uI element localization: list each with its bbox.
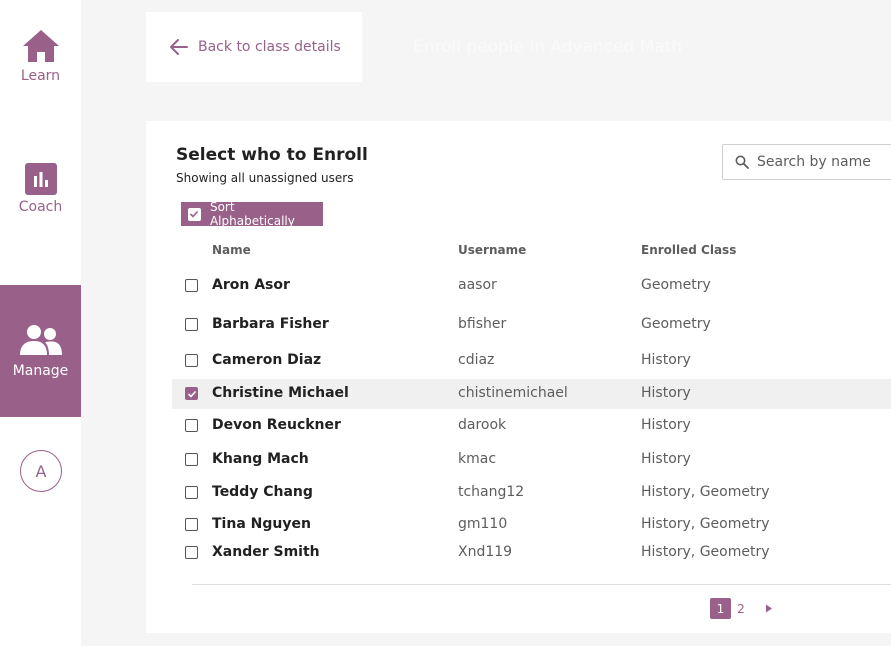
- row-checkbox[interactable]: [185, 518, 198, 531]
- row-name: Teddy Chang: [212, 484, 313, 500]
- nav-learn-label: Learn: [20, 68, 61, 84]
- table-row[interactable]: Aron Asor aasor Geometry: [172, 271, 891, 301]
- nav-manage[interactable]: Manage: [0, 285, 81, 417]
- row-name: Aron Asor: [212, 277, 290, 293]
- row-enrolled-class: History: [641, 417, 691, 433]
- row-enrolled-class: History: [641, 385, 691, 401]
- row-name: Barbara Fisher: [212, 316, 329, 332]
- row-enrolled-class: History: [641, 451, 691, 467]
- row-enrolled-class: Geometry: [641, 316, 711, 332]
- row-enrolled-class: Geometry: [641, 277, 711, 293]
- row-checkbox[interactable]: [185, 486, 198, 499]
- search-placeholder: Search by name: [757, 154, 871, 170]
- chevron-right-icon: [766, 604, 772, 613]
- column-header-name[interactable]: Name: [212, 243, 251, 257]
- page-title: Enroll people in Advanced Math: [413, 37, 683, 57]
- table-row[interactable]: Barbara Fisher bfisher Geometry: [172, 310, 891, 340]
- table-row[interactable]: Devon Reuckner darook History: [172, 411, 891, 441]
- row-checkbox[interactable]: [185, 453, 198, 466]
- row-name: Xander Smith: [212, 544, 320, 560]
- arrow-left-icon: [168, 38, 188, 56]
- row-enrolled-class: History, Geometry: [641, 484, 770, 500]
- row-name: Cameron Diaz: [212, 352, 322, 368]
- sort-alphabetically-checkbox[interactable]: Sort Alphabetically: [181, 200, 323, 228]
- row-username: kmac: [458, 451, 497, 467]
- row-username: aasor: [458, 277, 497, 293]
- row-checkbox[interactable]: [185, 354, 198, 367]
- row-name: Khang Mach: [212, 451, 309, 467]
- checkbox-checked-icon: [188, 207, 201, 221]
- table-row[interactable]: Xander Smith Xnd119 History, Geometry: [172, 538, 891, 568]
- page-1-button[interactable]: 1: [710, 598, 731, 619]
- row-enrolled-class: History, Geometry: [641, 516, 770, 532]
- row-username: chistinemichael: [458, 385, 568, 401]
- avatar[interactable]: A: [20, 450, 62, 492]
- table-row[interactable]: Teddy Chang tchang12 History, Geometry: [172, 478, 891, 508]
- column-header-enrolled-class[interactable]: Enrolled Class: [641, 243, 736, 257]
- table-divider: [192, 584, 891, 585]
- nav-coach-label: Coach: [18, 199, 63, 215]
- table-row[interactable]: Khang Mach kmac History: [172, 445, 891, 475]
- table-row[interactable]: Cameron Diaz cdiaz History: [172, 346, 891, 376]
- row-username: cdiaz: [458, 352, 495, 368]
- back-link[interactable]: Back to class details: [146, 12, 362, 82]
- row-enrolled-class: History: [641, 352, 691, 368]
- back-link-label: Back to class details: [198, 39, 341, 55]
- table-row[interactable]: Tina Nguyen gm110 History, Geometry: [172, 510, 891, 540]
- sort-label: Sort Alphabetically: [209, 200, 295, 228]
- row-checkbox[interactable]: [185, 279, 198, 292]
- panel-title: Select who to Enroll: [176, 145, 368, 165]
- row-username: tchang12: [458, 484, 525, 500]
- row-name: Christine Michael: [212, 385, 349, 401]
- row-checkbox[interactable]: [185, 318, 198, 331]
- nav-manage-label: Manage: [12, 363, 69, 379]
- row-checkbox-checked[interactable]: [185, 387, 198, 400]
- row-name: Devon Reuckner: [212, 417, 341, 433]
- enroll-panel: Select who to Enroll Showing all unassig…: [146, 121, 891, 633]
- search-input[interactable]: Search by name: [722, 144, 891, 180]
- row-username: bfisher: [458, 316, 507, 332]
- row-username: darook: [458, 417, 507, 433]
- row-checkbox[interactable]: [185, 546, 198, 559]
- avatar-initial: A: [35, 461, 47, 481]
- bar-chart-icon: [24, 163, 57, 195]
- next-page-button[interactable]: [757, 598, 781, 619]
- row-username: gm110: [458, 516, 508, 532]
- row-username: Xnd119: [458, 544, 513, 560]
- people-icon: [19, 325, 62, 355]
- column-header-username[interactable]: Username: [458, 243, 526, 257]
- search-icon: [735, 155, 749, 169]
- row-name: Tina Nguyen: [212, 516, 311, 532]
- nav-learn[interactable]: Learn: [0, 28, 81, 84]
- row-checkbox[interactable]: [185, 419, 198, 432]
- nav-coach[interactable]: Coach: [0, 163, 81, 215]
- row-enrolled-class: History, Geometry: [641, 544, 770, 560]
- home-icon: [22, 30, 59, 62]
- page-2-button[interactable]: 2: [735, 598, 747, 619]
- panel-subtitle: Showing all unassigned users: [176, 171, 354, 185]
- table-row[interactable]: Christine Michael chistinemichael History: [172, 379, 891, 409]
- side-nav: Learn Coach Manage A: [0, 0, 81, 646]
